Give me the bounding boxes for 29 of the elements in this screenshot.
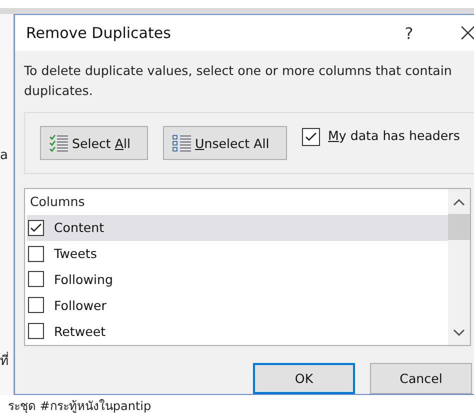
column-list-item[interactable]: Content (27, 215, 448, 241)
scrollbar[interactable] (448, 189, 470, 345)
column-checkbox[interactable] (28, 323, 44, 340)
scroll-down-icon[interactable] (453, 329, 465, 337)
help-button[interactable]: ? (399, 24, 419, 42)
headers-checkbox[interactable] (302, 128, 320, 146)
cell-text: ระชุด #กระทู้หนังในpantip (8, 399, 152, 413)
instructions-text: To delete duplicate values, select one or more columns that contain duplicates. (24, 62, 453, 100)
unselect-all-button[interactable]: Unselect All (163, 126, 287, 160)
checkbox-label: My data has headers (328, 128, 460, 143)
column-list-item[interactable]: Following (27, 266, 448, 292)
list-header: Columns (29, 193, 86, 211)
select-all-button[interactable]: Select All (40, 126, 148, 160)
column-list-item[interactable]: Retweet (27, 318, 448, 344)
cell-text: ที่ (0, 354, 9, 370)
checklist-icon (49, 134, 69, 152)
window-title: Remove Duplicates (26, 24, 172, 42)
column-checkbox[interactable] (28, 297, 44, 314)
column-list-item[interactable]: Follower (27, 292, 448, 318)
list-icon (172, 134, 192, 152)
cell-text: a (0, 148, 9, 164)
cancel-button[interactable]: Cancel (370, 363, 472, 394)
scroll-up-icon[interactable] (453, 198, 465, 206)
column-checkbox[interactable] (28, 220, 44, 236)
column-list-item[interactable]: Tweets (27, 240, 448, 267)
column-checkbox[interactable] (28, 271, 44, 288)
scroll-thumb[interactable] (448, 214, 470, 240)
column-checkbox[interactable] (28, 246, 44, 262)
ok-button[interactable]: OK (253, 363, 355, 394)
